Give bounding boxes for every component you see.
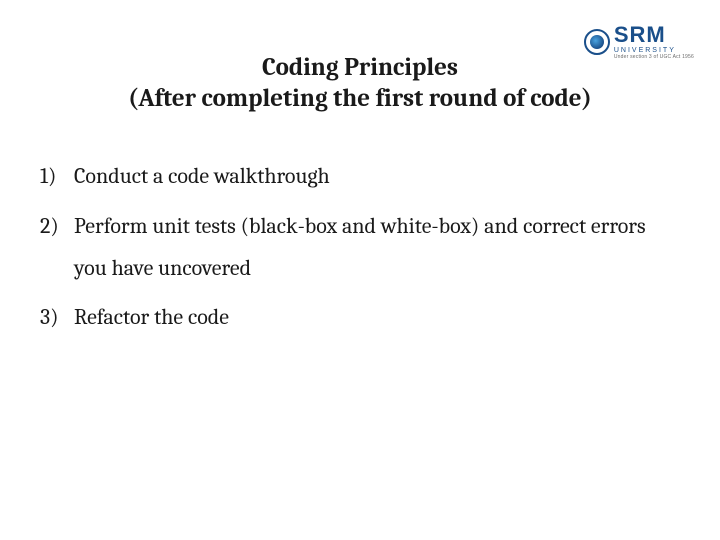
item-text: Perform unit tests (black-box and white-… [74,206,680,290]
list-item: 1) Conduct a code walkthrough [40,156,680,198]
title-line-1: Coding Principles [0,52,720,83]
logo-main: SRM [614,24,694,46]
item-text: Conduct a code walkthrough [74,156,680,198]
title-block: Coding Principles (After completing the … [0,52,720,115]
list-item: 2) Perform unit tests (black-box and whi… [40,206,680,290]
item-number: 2) [40,206,74,248]
list-item: 3) Refactor the code [40,297,680,339]
title-line-2: (After completing the first round of cod… [0,83,720,114]
item-text: Refactor the code [74,297,680,339]
item-number: 3) [40,297,74,339]
slide: SRM UNIVERSITY Under section 3 of UGC Ac… [0,0,720,540]
item-number: 1) [40,156,74,198]
principles-list: 1) Conduct a code walkthrough 2) Perform… [40,156,680,347]
